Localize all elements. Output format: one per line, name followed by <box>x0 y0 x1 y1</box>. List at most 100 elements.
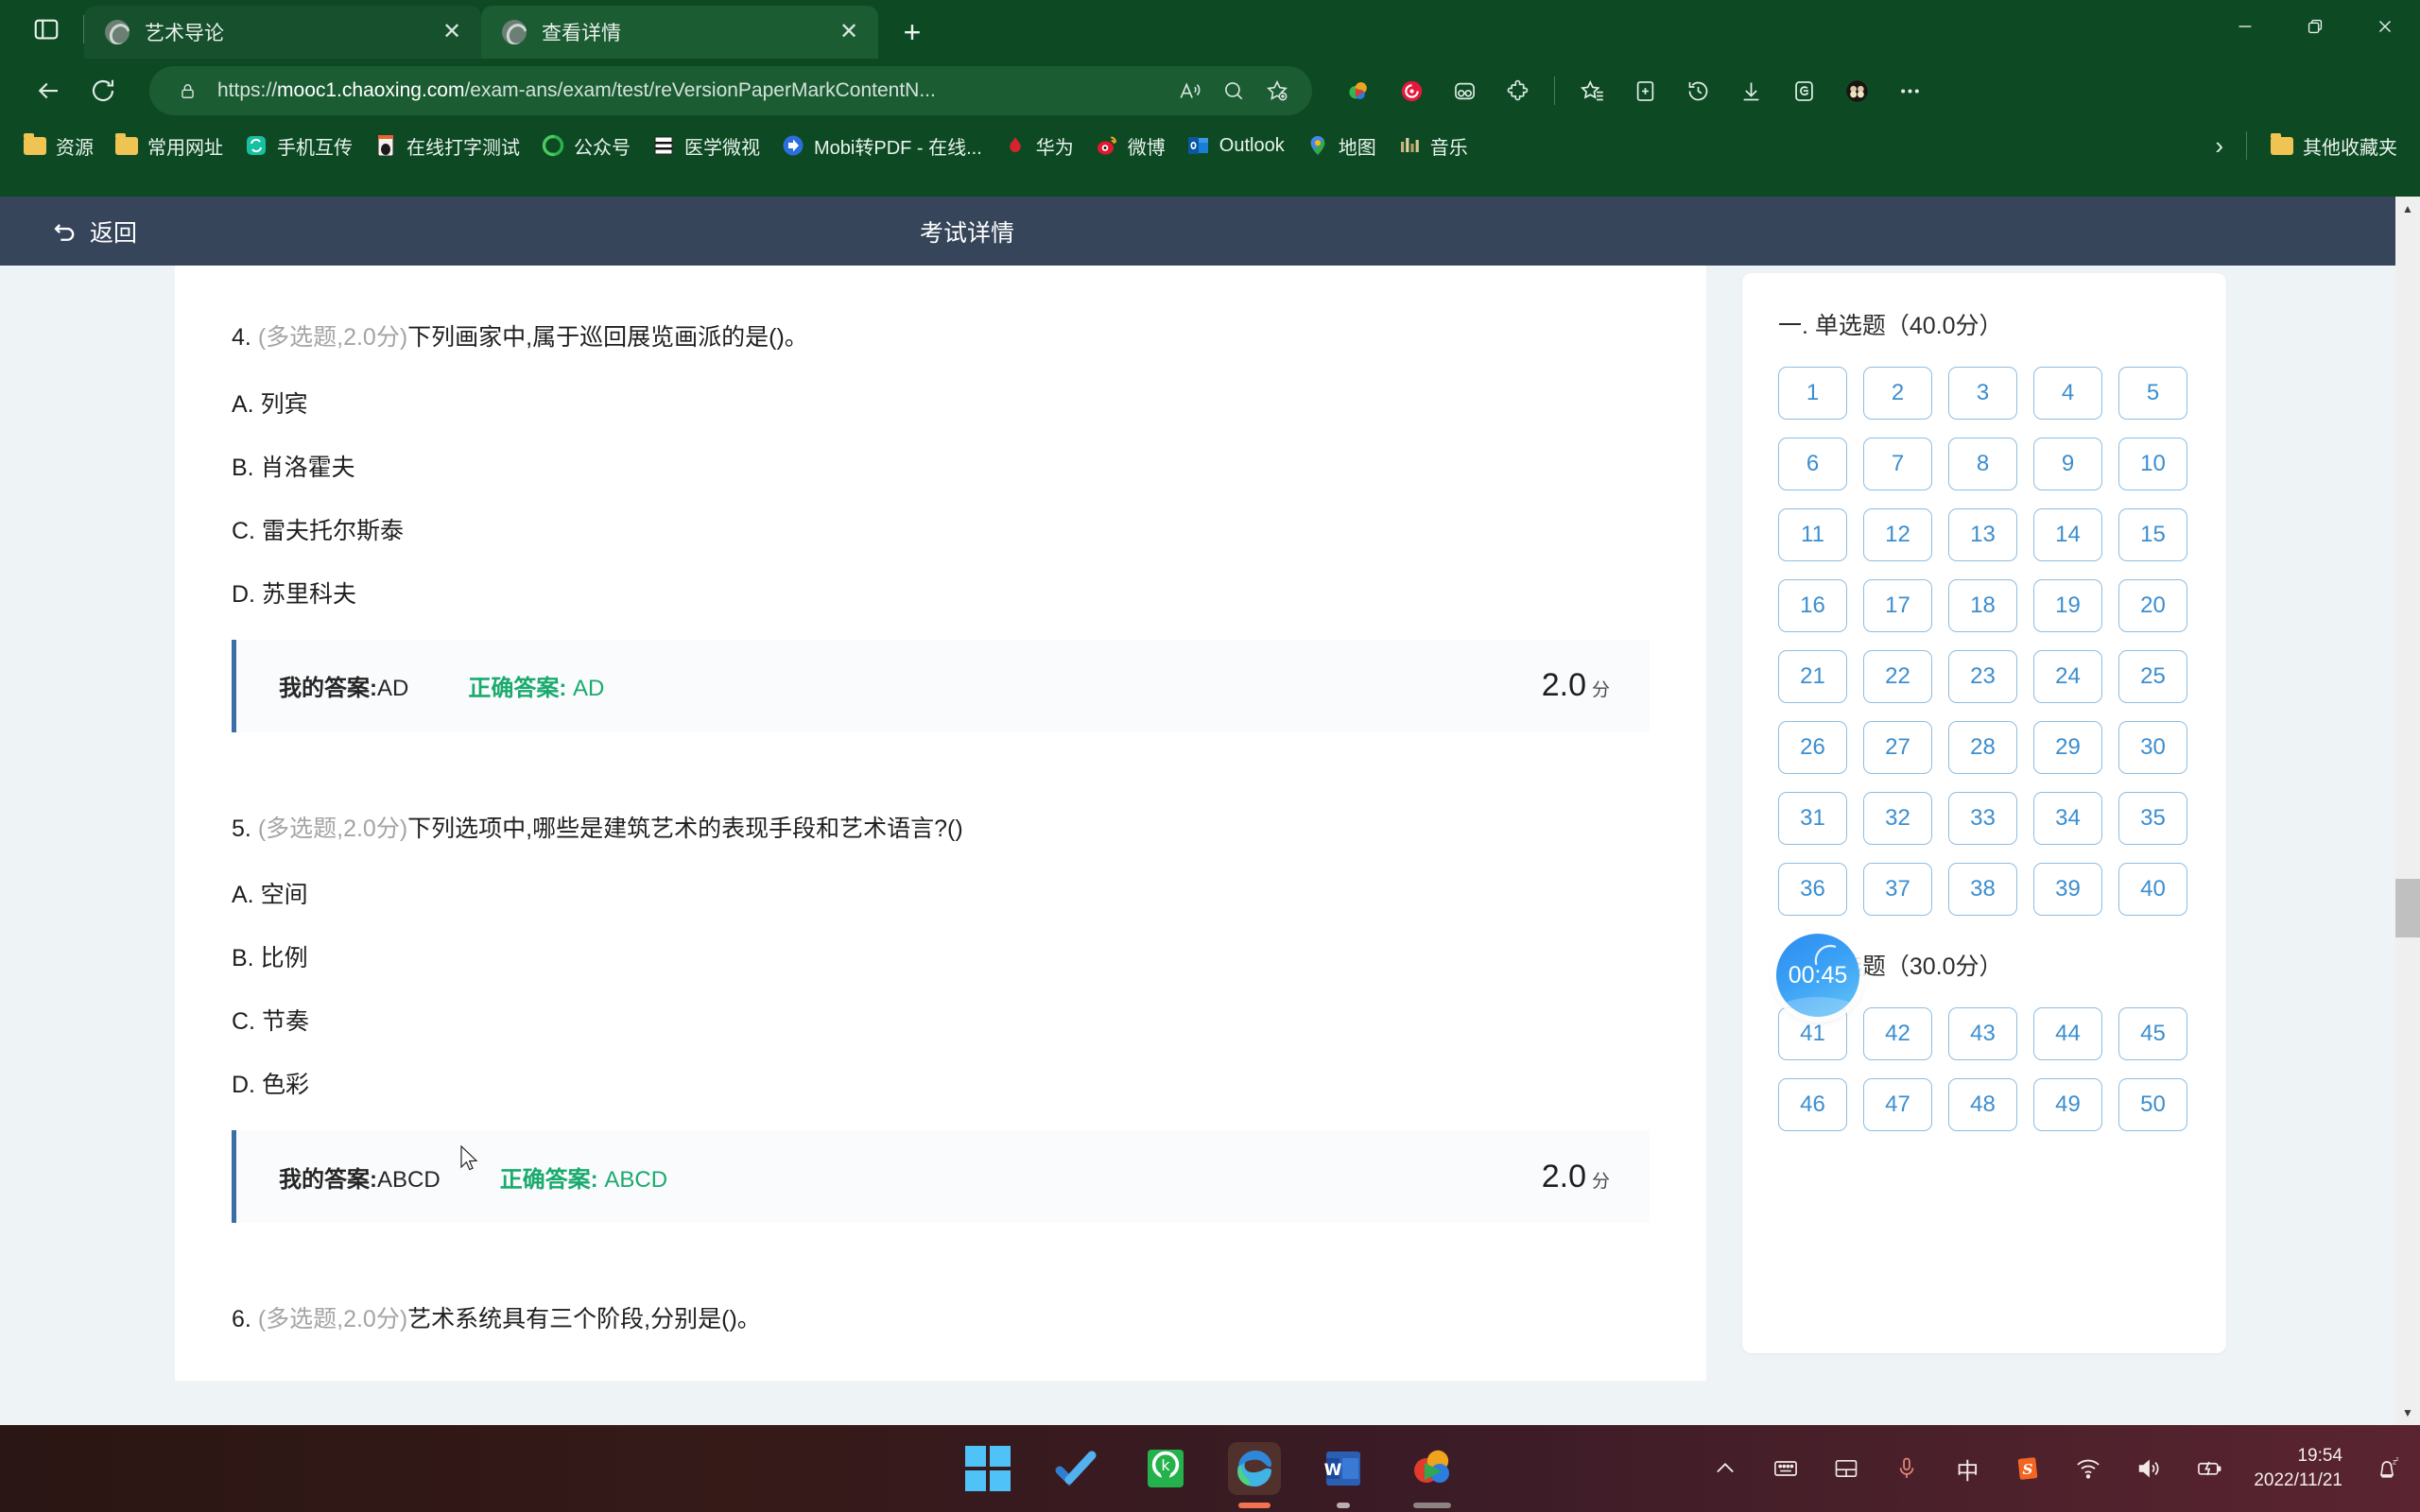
question-number-button-17[interactable]: 17 <box>1863 579 1932 632</box>
question-number-button-1[interactable]: 1 <box>1778 367 1847 420</box>
touchpad-icon[interactable] <box>1830 1452 1862 1485</box>
question-number-button-13[interactable]: 13 <box>1948 508 2017 561</box>
back-link[interactable]: 返回 <box>52 215 137 249</box>
question-number-button-10[interactable]: 10 <box>2118 438 2187 490</box>
read-aloud-icon[interactable] <box>1168 69 1212 112</box>
scroll-up-arrow-icon[interactable]: ▲ <box>2395 197 2420 221</box>
volume-icon[interactable] <box>2133 1452 2165 1485</box>
bookmark-item-9[interactable]: Outlook <box>1177 129 1294 163</box>
question-number-button-48[interactable]: 48 <box>1948 1078 2017 1131</box>
history-icon[interactable] <box>1672 65 1723 116</box>
bookmark-item-2[interactable]: 手机互传 <box>234 128 362 164</box>
question-number-button-11[interactable]: 11 <box>1778 508 1847 561</box>
question-number-button-19[interactable]: 19 <box>2033 579 2102 632</box>
downloads-icon[interactable] <box>1725 65 1776 116</box>
bookmark-item-7[interactable]: 华为 <box>994 128 1083 164</box>
question-number-button-30[interactable]: 30 <box>2118 721 2187 774</box>
new-tab-button[interactable]: + <box>888 8 937 57</box>
target-extension-icon[interactable] <box>1386 65 1437 116</box>
question-number-button-47[interactable]: 47 <box>1863 1078 1932 1131</box>
bookmark-item-6[interactable]: Mobi转PDF - 在线... <box>771 128 992 164</box>
question-number-button-22[interactable]: 22 <box>1863 650 1932 703</box>
question-number-button-8[interactable]: 8 <box>1948 438 2017 490</box>
question-number-button-43[interactable]: 43 <box>1948 1007 2017 1060</box>
bookmark-item-11[interactable]: 音乐 <box>1388 128 1478 164</box>
reload-button[interactable] <box>76 63 130 118</box>
question-number-button-3[interactable]: 3 <box>1948 367 2017 420</box>
kugou-icon[interactable]: k <box>1139 1442 1192 1495</box>
minimize-button[interactable] <box>2210 0 2280 53</box>
address-bar[interactable]: https://mooc1.chaoxing.com/exam-ans/exam… <box>149 66 1312 115</box>
settings-more-icon[interactable] <box>1884 65 1935 116</box>
tab-item-1[interactable]: 查看详情 ✕ <box>481 6 878 59</box>
battery-icon[interactable] <box>2193 1452 2225 1485</box>
question-number-button-34[interactable]: 34 <box>2033 792 2102 845</box>
microphone-icon[interactable] <box>1891 1452 1923 1485</box>
player-icon[interactable] <box>1406 1442 1459 1495</box>
taskbar-clock[interactable]: 19:54 2022/11/21 <box>2254 1444 2342 1492</box>
question-number-button-25[interactable]: 25 <box>2118 650 2187 703</box>
vertical-scrollbar[interactable]: ▲ ▼ <box>2395 197 2420 1425</box>
question-number-button-12[interactable]: 12 <box>1863 508 1932 561</box>
player-extension-icon[interactable] <box>1333 65 1384 116</box>
question-number-button-24[interactable]: 24 <box>2033 650 2102 703</box>
restore-button[interactable] <box>2280 0 2350 53</box>
tab-actions-button[interactable] <box>9 0 83 59</box>
bookmark-item-10[interactable]: 地图 <box>1296 128 1386 164</box>
question-number-button-23[interactable]: 23 <box>1948 650 2017 703</box>
question-number-button-33[interactable]: 33 <box>1948 792 2017 845</box>
question-number-button-18[interactable]: 18 <box>1948 579 2017 632</box>
favorites-icon[interactable] <box>1566 65 1617 116</box>
question-number-button-27[interactable]: 27 <box>1863 721 1932 774</box>
ime-chinese-icon[interactable]: 中 <box>1951 1452 1983 1485</box>
question-number-button-28[interactable]: 28 <box>1948 721 2017 774</box>
bookmark-item-0[interactable]: 资源 <box>13 128 103 164</box>
bookmark-item-5[interactable]: 医学微视 <box>642 128 769 164</box>
question-number-button-4[interactable]: 4 <box>2033 367 2102 420</box>
tab-close-icon[interactable]: ✕ <box>831 14 867 50</box>
bookmark-item-1[interactable]: 常用网址 <box>105 128 233 164</box>
ie-mode-icon[interactable] <box>1778 65 1829 116</box>
keyboard-icon[interactable] <box>1770 1452 1802 1485</box>
profile-avatar[interactable] <box>1831 65 1882 116</box>
question-number-button-44[interactable]: 44 <box>2033 1007 2102 1060</box>
question-number-button-5[interactable]: 5 <box>2118 367 2187 420</box>
wifi-icon[interactable] <box>2072 1452 2104 1485</box>
question-number-button-26[interactable]: 26 <box>1778 721 1847 774</box>
question-number-button-37[interactable]: 37 <box>1863 863 1932 916</box>
timer-bubble[interactable]: 00:45 <box>1776 934 1859 1017</box>
question-number-button-7[interactable]: 7 <box>1863 438 1932 490</box>
question-number-button-14[interactable]: 14 <box>2033 508 2102 561</box>
question-number-button-35[interactable]: 35 <box>2118 792 2187 845</box>
question-number-button-45[interactable]: 45 <box>2118 1007 2187 1060</box>
zoom-out-icon[interactable] <box>1212 69 1255 112</box>
extensions-icon[interactable] <box>1492 65 1543 116</box>
bookmark-item-3[interactable]: 在线打字测试 <box>364 128 529 164</box>
question-number-button-15[interactable]: 15 <box>2118 508 2187 561</box>
bookmark-item-8[interactable]: 微博 <box>1085 128 1175 164</box>
close-window-button[interactable] <box>2350 0 2420 53</box>
question-number-button-9[interactable]: 9 <box>2033 438 2102 490</box>
other-favorites-item[interactable]: 其他收藏夹 <box>2260 128 2407 164</box>
question-number-button-40[interactable]: 40 <box>2118 863 2187 916</box>
start-icon[interactable] <box>961 1442 1014 1495</box>
glasses-extension-icon[interactable] <box>1439 65 1490 116</box>
question-number-button-46[interactable]: 46 <box>1778 1078 1847 1131</box>
question-number-button-6[interactable]: 6 <box>1778 438 1847 490</box>
question-number-button-29[interactable]: 29 <box>2033 721 2102 774</box>
question-number-button-42[interactable]: 42 <box>1863 1007 1932 1060</box>
moon-icon[interactable]: zz <box>2371 1452 2403 1485</box>
question-number-button-50[interactable]: 50 <box>2118 1078 2187 1131</box>
question-number-button-2[interactable]: 2 <box>1863 367 1932 420</box>
tab-close-icon[interactable]: ✕ <box>434 14 470 50</box>
word-icon[interactable]: W <box>1317 1442 1370 1495</box>
question-number-button-39[interactable]: 39 <box>2033 863 2102 916</box>
chevron-right-icon[interactable]: › <box>2205 131 2233 161</box>
question-number-button-20[interactable]: 20 <box>2118 579 2187 632</box>
question-number-button-32[interactable]: 32 <box>1863 792 1932 845</box>
edge-icon[interactable] <box>1228 1442 1281 1495</box>
sogou-icon[interactable]: S <box>2012 1452 2044 1485</box>
question-number-button-16[interactable]: 16 <box>1778 579 1847 632</box>
bookmark-item-4[interactable]: 公众号 <box>531 128 640 164</box>
collections-icon[interactable] <box>1619 65 1670 116</box>
